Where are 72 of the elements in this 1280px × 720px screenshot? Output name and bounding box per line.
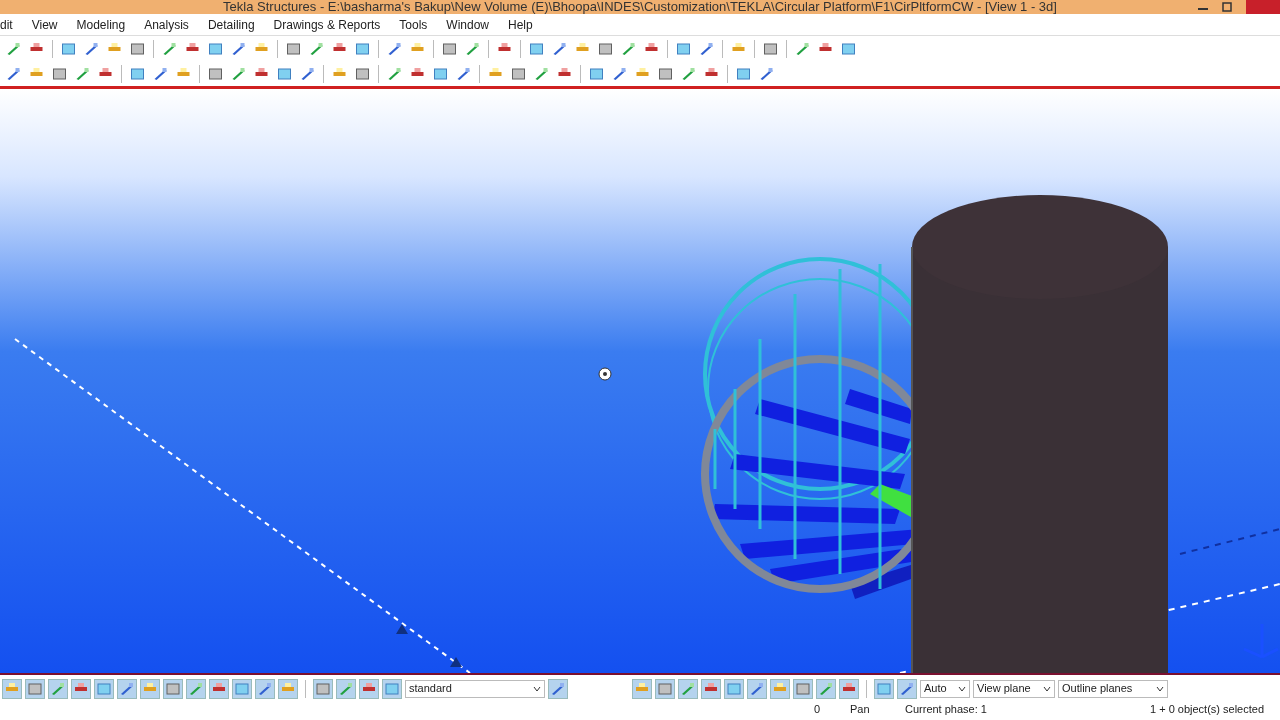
tool-icon[interactable]: [874, 678, 894, 699]
tool-icon[interactable]: [336, 678, 356, 699]
status-text: 0: [814, 702, 821, 716]
tool-icon[interactable]: [50, 65, 69, 82]
status-text: Pan: [850, 702, 870, 716]
tool-icon[interactable]: [527, 40, 546, 57]
tool-icon[interactable]: [209, 678, 229, 699]
tool-icon[interactable]: [596, 40, 615, 57]
dropdown[interactable]: View plane: [973, 679, 1055, 698]
caret-icon: [533, 685, 541, 692]
tool-icon[interactable]: [128, 65, 147, 82]
tool-icon[interactable]: [48, 678, 68, 699]
caret-icon: [1156, 685, 1164, 692]
tool-icon[interactable]: [255, 678, 275, 699]
tool-icon[interactable]: [678, 678, 698, 699]
tool-icon[interactable]: [353, 40, 372, 57]
menu-item[interactable]: Help: [498, 15, 542, 34]
menu-item[interactable]: Analysis: [134, 15, 198, 34]
tool-icon[interactable]: [587, 65, 606, 82]
tool-icon[interactable]: [839, 40, 858, 57]
dropdown[interactable]: Outline planes: [1058, 679, 1168, 698]
tool-icon[interactable]: [655, 678, 675, 699]
tool-icon[interactable]: [359, 678, 379, 699]
menu-item[interactable]: Window: [436, 15, 498, 34]
tool-icon[interactable]: [747, 678, 767, 699]
tool-icon[interactable]: [163, 678, 183, 699]
grid-marker-icon: [450, 657, 462, 667]
tool-icon[interactable]: [275, 65, 294, 82]
tool-icon[interactable]: [117, 678, 137, 699]
tool-icon[interactable]: [232, 678, 252, 699]
tool-icon[interactable]: [548, 678, 568, 699]
menu-item[interactable]: View: [21, 15, 67, 34]
tool-icon[interactable]: [897, 678, 917, 699]
tool-icon[interactable]: [724, 678, 744, 699]
tool-icon[interactable]: [206, 40, 225, 57]
tool-icon[interactable]: [793, 678, 813, 699]
status-text: 1 + 0 object(s) selected: [1150, 702, 1265, 716]
tool-icon[interactable]: [656, 65, 675, 82]
cursor-icon: [598, 367, 612, 381]
tool-icon[interactable]: [71, 678, 91, 699]
window-title: Tekla Structures - E:\basharma's Bakup\New Volume (E)\Bhoopa\INDES\Customization\TEKLA\Circular Platform\F1\CirPltformCW - [View 1 - 3d]: [223, 0, 1057, 14]
tool-icon[interactable]: [734, 65, 753, 82]
menu-item[interactable]: dit: [0, 15, 22, 34]
tool-icon[interactable]: [701, 678, 721, 699]
tool-icon[interactable]: [94, 678, 114, 699]
tool-icon[interactable]: [313, 678, 333, 699]
menu-item[interactable]: Modeling: [66, 15, 135, 34]
tool-icon[interactable]: [382, 678, 402, 699]
tool-icon[interactable]: [440, 40, 459, 57]
menu-item[interactable]: Drawings & Reports: [263, 15, 390, 34]
caret-icon: [1043, 685, 1051, 692]
dropdown[interactable]: Auto: [920, 679, 970, 698]
menu-item[interactable]: Tools: [389, 15, 437, 34]
tool-icon[interactable]: [353, 65, 372, 82]
dropdown[interactable]: standard: [405, 679, 545, 698]
status-text: Current phase: 1: [905, 702, 987, 716]
tool-icon[interactable]: [59, 40, 78, 57]
grid-marker-icon: [396, 624, 408, 634]
caret-icon: [958, 685, 966, 692]
tool-icon[interactable]: [761, 40, 780, 57]
tool-icon[interactable]: [431, 65, 450, 82]
tool-icon[interactable]: [509, 65, 528, 82]
tool-icon[interactable]: [816, 678, 836, 699]
tool-icon[interactable]: [128, 40, 147, 57]
tool-icon[interactable]: [674, 40, 693, 57]
tool-icon[interactable]: [25, 678, 45, 699]
menu-item[interactable]: Detailing: [197, 15, 264, 34]
tool-icon[interactable]: [186, 678, 206, 699]
tool-icon[interactable]: [284, 40, 303, 57]
restore-icon[interactable]: [1222, 2, 1232, 12]
tool-icon[interactable]: [206, 65, 225, 82]
tool-icon[interactable]: [839, 678, 859, 699]
